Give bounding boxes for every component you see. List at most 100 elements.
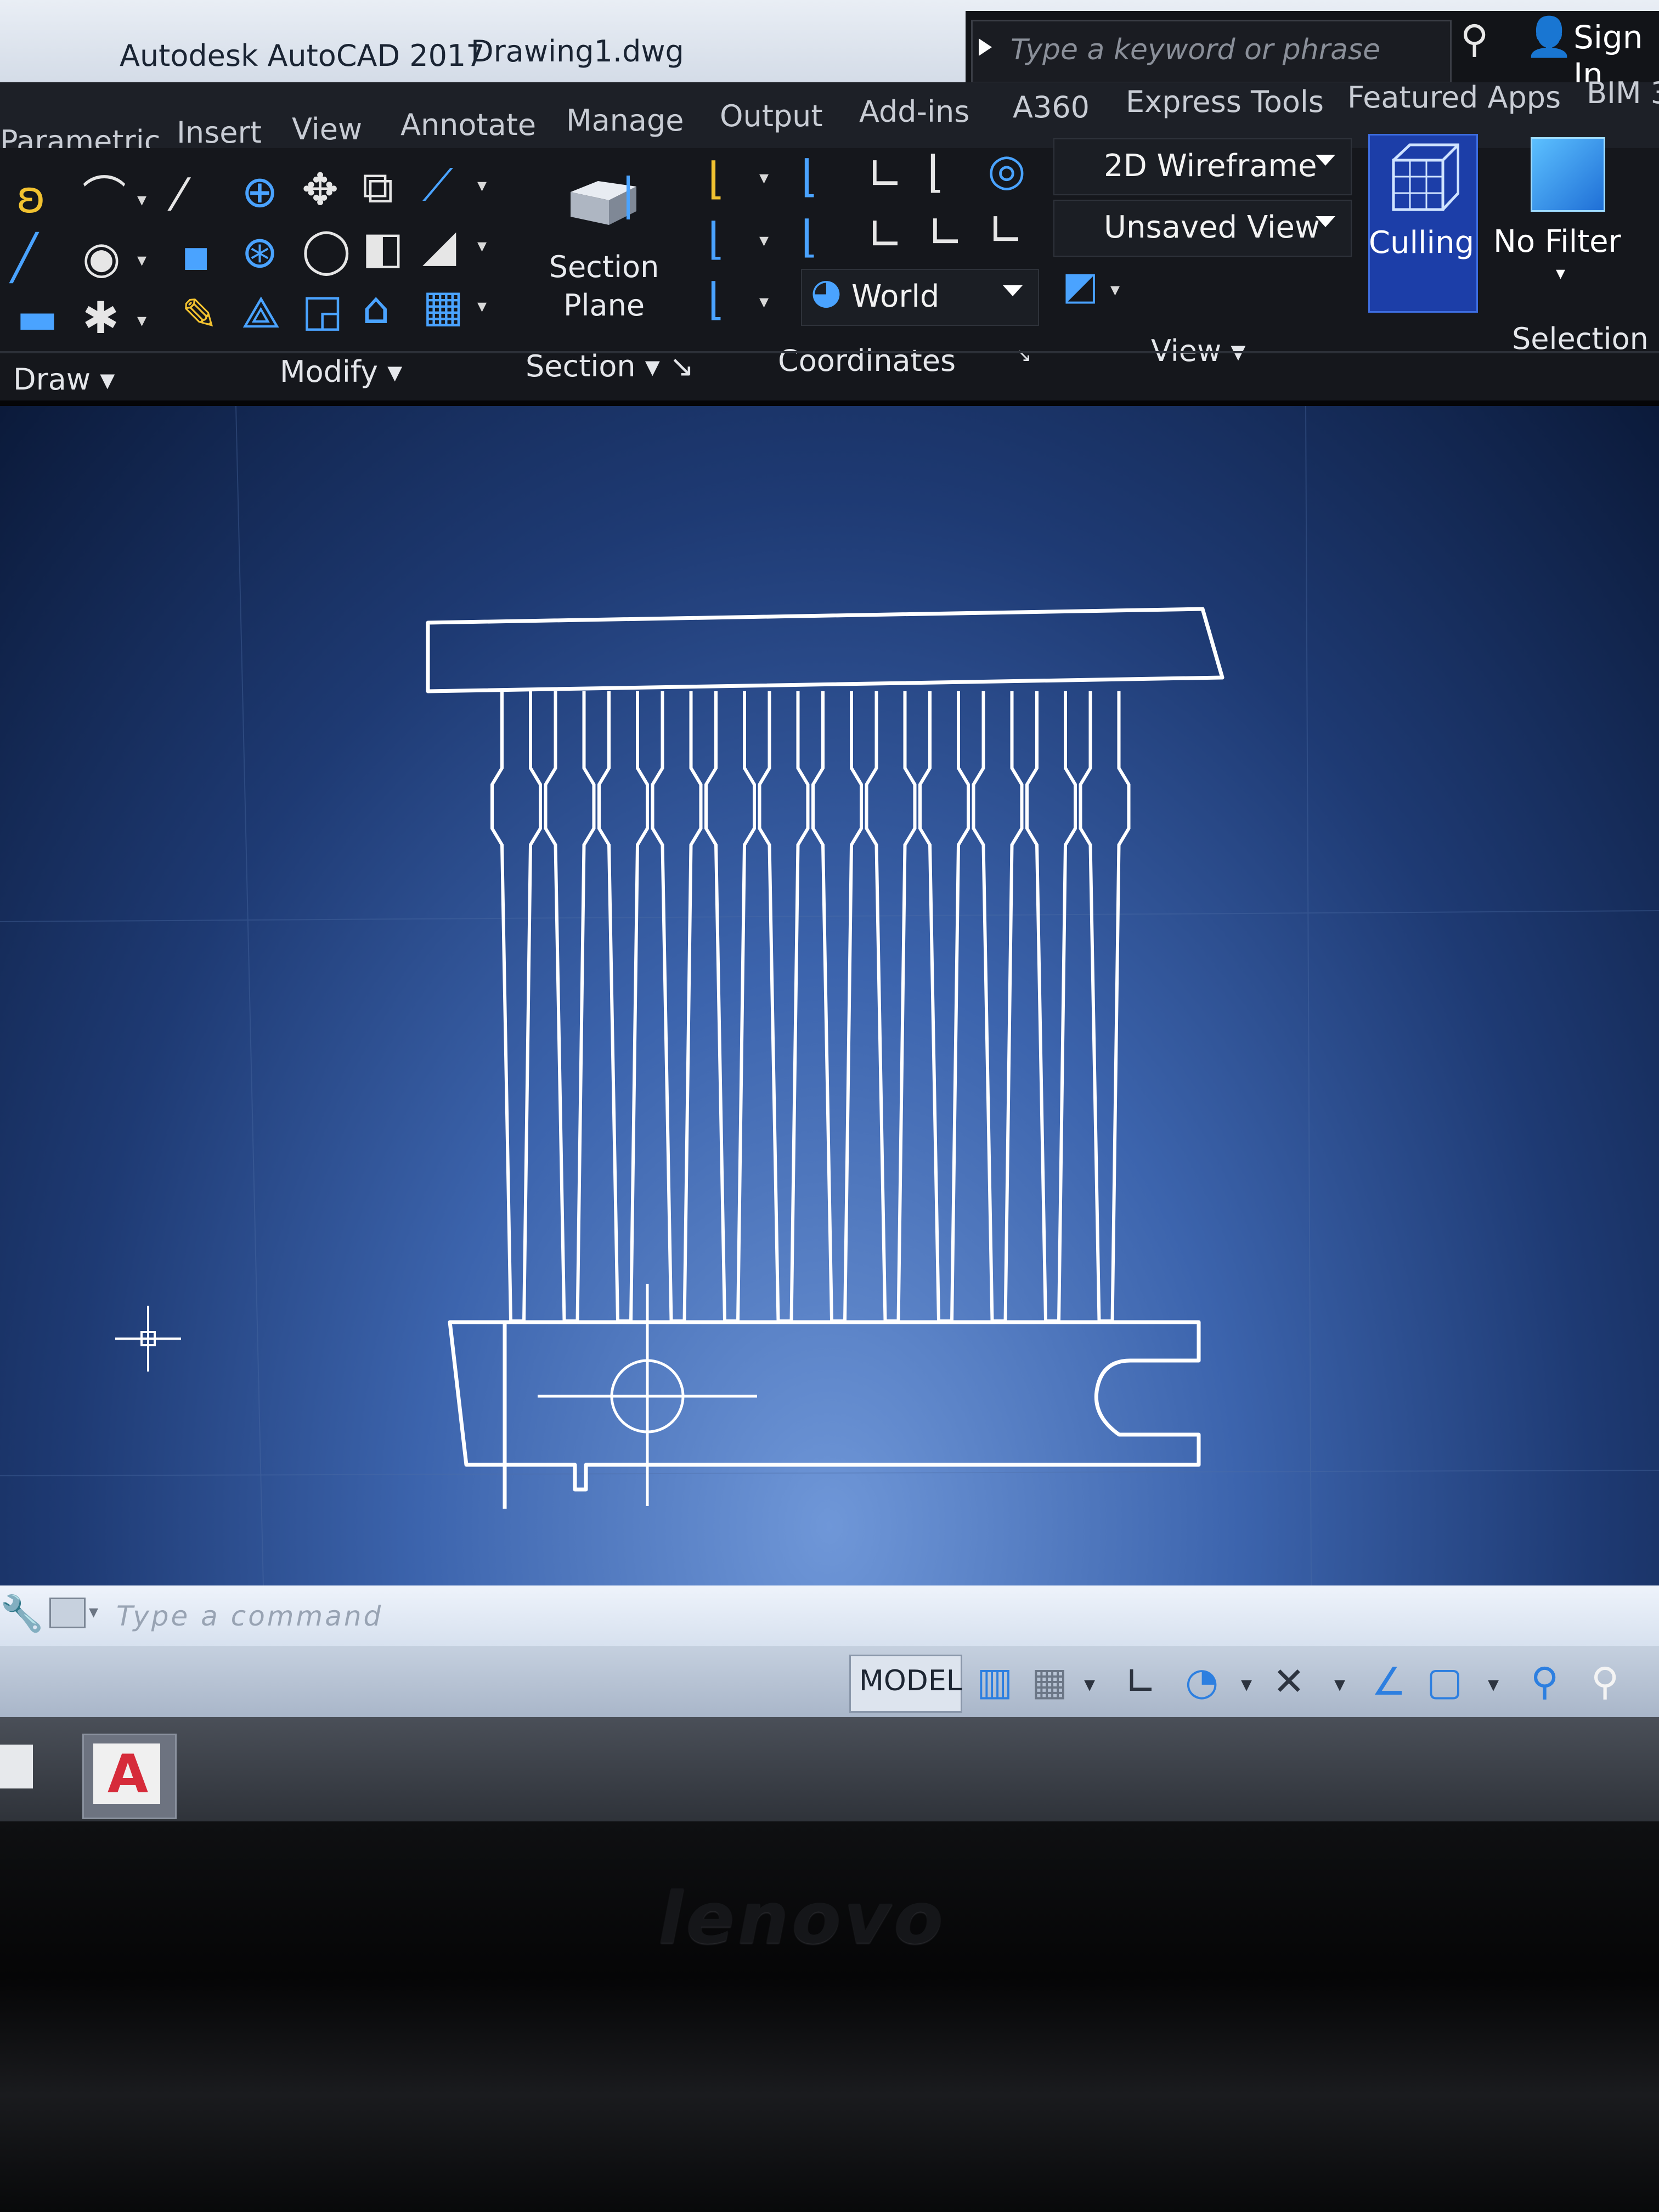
named-view-dropdown[interactable]: Unsaved View xyxy=(1053,200,1352,257)
chevron-down-icon[interactable]: ▾ xyxy=(89,1601,98,1623)
chevron-down-icon[interactable]: ▾ xyxy=(759,167,769,189)
tab-express-tools[interactable]: Express Tools xyxy=(1126,84,1324,119)
tab-annotate[interactable]: Annotate xyxy=(400,108,536,142)
grid-icon[interactable]: ▥ xyxy=(977,1662,1013,1701)
ucs-3point-icon[interactable]: ⌊ xyxy=(708,278,725,321)
move-icon[interactable]: ✥ xyxy=(302,168,338,212)
fin xyxy=(811,691,863,1323)
panel-draw[interactable]: Draw ▾ xyxy=(13,362,115,397)
line-icon[interactable]: ╱ xyxy=(11,236,37,280)
panel-section[interactable]: Section ▾ ↘ xyxy=(526,349,694,383)
viewport-config-icon[interactable]: ◩ xyxy=(1062,267,1098,305)
chevron-down-icon[interactable]: ▾ xyxy=(477,295,487,317)
chevron-down-icon[interactable]: ▾ xyxy=(137,309,146,331)
command-prompt-icon[interactable] xyxy=(49,1598,86,1628)
visual-style-dropdown[interactable]: 2D Wireframe xyxy=(1053,138,1352,195)
chevron-down-icon[interactable]: ▾ xyxy=(759,291,769,313)
polar-tracking-icon[interactable]: ◔ xyxy=(1185,1662,1218,1701)
3d-rotate-icon[interactable]: ⊕ xyxy=(241,170,278,214)
rotate-icon[interactable]: ◯ xyxy=(302,228,351,272)
3d-mirror-icon[interactable]: ⟁ xyxy=(241,291,280,335)
cube-filter-icon[interactable] xyxy=(1531,137,1605,212)
fin xyxy=(1079,691,1131,1323)
tab-a360[interactable]: A360 xyxy=(1013,90,1090,125)
trim-icon[interactable]: ⟋ xyxy=(422,163,453,207)
tab-add-ins[interactable]: Add-ins xyxy=(859,94,969,129)
chevron-down-icon[interactable]: ▾ xyxy=(1334,1673,1345,1695)
offset-icon[interactable]: ▪ xyxy=(181,234,211,278)
hatch-icon[interactable]: ʚ xyxy=(16,176,46,219)
ucs-face-icon[interactable]: ◎ xyxy=(988,148,1026,192)
panel-modify[interactable]: Modify ▾ xyxy=(280,354,402,389)
command-input[interactable] xyxy=(115,1591,1599,1641)
panel-section-label: Section xyxy=(526,349,636,383)
section-plane-button[interactable]: Section Plane xyxy=(541,248,667,325)
auto-scale-icon[interactable]: ⚲ xyxy=(1591,1662,1619,1701)
scale-icon[interactable]: ◲ xyxy=(302,289,343,332)
rectangle-icon[interactable]: ▬ xyxy=(16,296,58,340)
file-name: Drawing1.dwg xyxy=(471,34,684,69)
chevron-down-icon[interactable]: ▾ xyxy=(1241,1673,1252,1695)
wrench-icon[interactable]: 🔧 xyxy=(0,1593,44,1634)
windows-start-icon[interactable] xyxy=(0,1745,33,1788)
ucs-named-icon[interactable]: ⌊ xyxy=(801,155,818,199)
chevron-down-icon[interactable]: ▾ xyxy=(137,249,146,271)
ucs-world-icon[interactable]: ∟ xyxy=(867,153,904,196)
explode-icon[interactable]: ⁄ xyxy=(176,173,183,217)
chevron-down-icon[interactable]: ▾ xyxy=(1110,279,1120,301)
panel-modify-label: Modify xyxy=(280,354,378,389)
cad-part-drawing xyxy=(426,607,1224,1509)
ucs-y-icon[interactable]: ∟ xyxy=(927,211,964,255)
coordinates-launcher-icon[interactable]: ↘ xyxy=(1016,345,1032,366)
panel-coordinates[interactable]: Coordinates xyxy=(778,343,956,378)
object-snap-icon[interactable]: ▢ xyxy=(1426,1662,1463,1701)
ucs-icon[interactable]: ⌊ xyxy=(708,157,725,201)
chevron-down-icon[interactable]: ▾ xyxy=(477,174,487,196)
fillet-icon[interactable]: ◢ xyxy=(422,224,456,268)
chevron-down-icon[interactable]: ▾ xyxy=(1556,262,1565,284)
ucs-view-icon[interactable]: ⌊ xyxy=(801,215,818,259)
tab-manage[interactable]: Manage xyxy=(566,103,684,138)
arc-icon[interactable]: ⌒ xyxy=(82,176,126,219)
fin xyxy=(758,691,810,1323)
tab-featured-apps[interactable]: Featured Apps xyxy=(1347,80,1561,115)
circle-icon[interactable]: ◉ xyxy=(82,236,121,280)
snap-icon[interactable]: ▦ xyxy=(1031,1662,1068,1701)
object-snap-tracking-icon[interactable]: ∠ xyxy=(1372,1662,1406,1701)
drawing-canvas[interactable] xyxy=(0,406,1659,1585)
isodraft-icon[interactable]: ✕ xyxy=(1273,1662,1305,1701)
tab-bim[interactable]: BIM 3 xyxy=(1587,76,1659,110)
match-properties-icon[interactable]: ✎ xyxy=(181,293,218,337)
section-plane-icon[interactable] xyxy=(565,170,642,230)
chevron-down-icon xyxy=(1003,285,1023,296)
binoculars-icon[interactable]: ⚲ xyxy=(1460,16,1488,61)
chevron-down-icon[interactable]: ▾ xyxy=(137,189,146,211)
tab-view[interactable]: View xyxy=(292,112,362,146)
mirror-icon[interactable]: ◧ xyxy=(362,226,404,270)
ucs-x-icon[interactable]: ∟ xyxy=(867,213,904,257)
chevron-down-icon[interactable]: ▾ xyxy=(1488,1673,1499,1695)
ucs-object-icon[interactable]: ⌊ xyxy=(708,217,725,261)
fin xyxy=(704,691,756,1323)
stretch-icon[interactable]: ⌂ xyxy=(362,286,390,330)
ucs-previous-icon[interactable]: ⌊ xyxy=(927,150,944,194)
polyline-icon[interactable]: ✱ xyxy=(82,296,119,340)
fin xyxy=(490,691,542,1323)
chevron-down-icon[interactable]: ▾ xyxy=(759,229,769,251)
search-input[interactable] xyxy=(1009,24,1440,76)
annotation-visibility-icon[interactable]: ⚲ xyxy=(1531,1662,1559,1701)
user-icon[interactable]: 👤 xyxy=(1525,14,1573,60)
tab-insert[interactable]: Insert xyxy=(177,115,262,150)
no-filter-button[interactable]: No Filter xyxy=(1493,224,1621,259)
ucs-dropdown-value: World xyxy=(851,279,940,314)
autocad-logo-icon: A xyxy=(107,1743,149,1805)
copy-icon[interactable]: ⧉ xyxy=(362,166,393,210)
chevron-down-icon[interactable]: ▾ xyxy=(477,235,487,257)
array-icon[interactable]: ▦ xyxy=(422,284,464,328)
chevron-down-icon[interactable]: ▾ xyxy=(1084,1673,1095,1695)
ortho-icon[interactable]: ∟ xyxy=(1125,1662,1157,1701)
3d-align-icon[interactable]: ⊛ xyxy=(241,230,278,274)
search-expand-icon[interactable] xyxy=(979,38,992,56)
tab-output[interactable]: Output xyxy=(720,99,823,133)
ucs-z-icon[interactable]: ∟ xyxy=(988,208,1024,252)
